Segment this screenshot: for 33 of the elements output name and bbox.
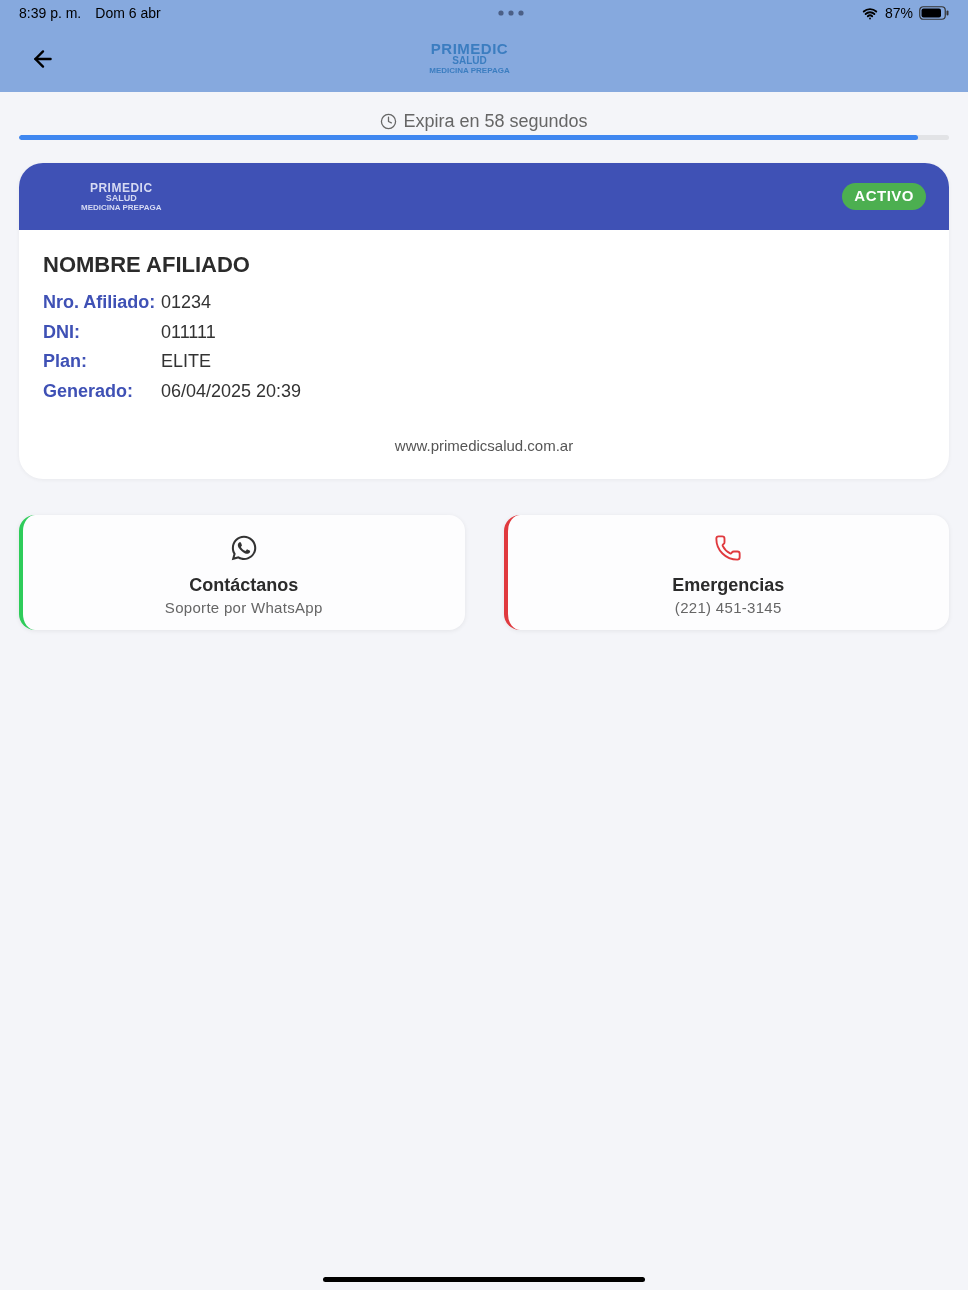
status-date: Dom 6 abr <box>95 3 161 23</box>
expiry-timer-text: Expira en 58 segundos <box>403 109 588 133</box>
clock-icon <box>380 112 398 130</box>
logo-wordmark: PRIMEDIC <box>89 181 153 194</box>
logo-subtitle: SALUD <box>452 56 487 66</box>
field-label: DNI: <box>43 320 81 344</box>
status-badge: ACTIVO <box>842 183 926 210</box>
field-value: ELITE <box>161 350 213 373</box>
contact-title: Contáctanos <box>189 573 299 596</box>
contact-subtitle: Soporte por WhatsApp <box>164 597 323 618</box>
field-label: Plan: <box>43 350 88 373</box>
member-name: NOMBRE AFILIADO <box>43 252 251 278</box>
field-value: 06/04/2025 20:39 <box>161 379 303 403</box>
field-label: Nro. Afiliado: <box>43 291 157 314</box>
field-label: Generado: <box>43 379 135 403</box>
status-time: 8:39 p. m. <box>19 3 82 23</box>
contact-title: Emergencias <box>672 573 785 596</box>
contact-subtitle: (221) 451-3145 <box>674 597 782 618</box>
logo-wordmark: PRIMEDIC <box>430 41 509 56</box>
battery-icon <box>919 6 949 20</box>
field-value: 01234 <box>161 291 213 314</box>
contact-card[interactable]: Contáctanos Soporte por WhatsApp <box>19 514 465 630</box>
field-value: 011111 <box>161 320 217 344</box>
logo-tagline: MEDICINA PREPAGA <box>81 203 162 212</box>
contact-card[interactable]: Emergencias (221) 451-3145 <box>503 514 949 630</box>
logo-tagline: MEDICINA PREPAGA <box>429 67 510 75</box>
battery-percentage: 87% <box>884 3 913 23</box>
phone-icon <box>714 533 743 562</box>
more-dots-icon <box>497 10 524 16</box>
wifi-icon <box>860 5 879 21</box>
whatsapp-icon <box>229 533 258 562</box>
logo-subtitle: SALUD <box>105 193 137 203</box>
website-text: www.primedicsalud.com.ar <box>394 436 574 456</box>
